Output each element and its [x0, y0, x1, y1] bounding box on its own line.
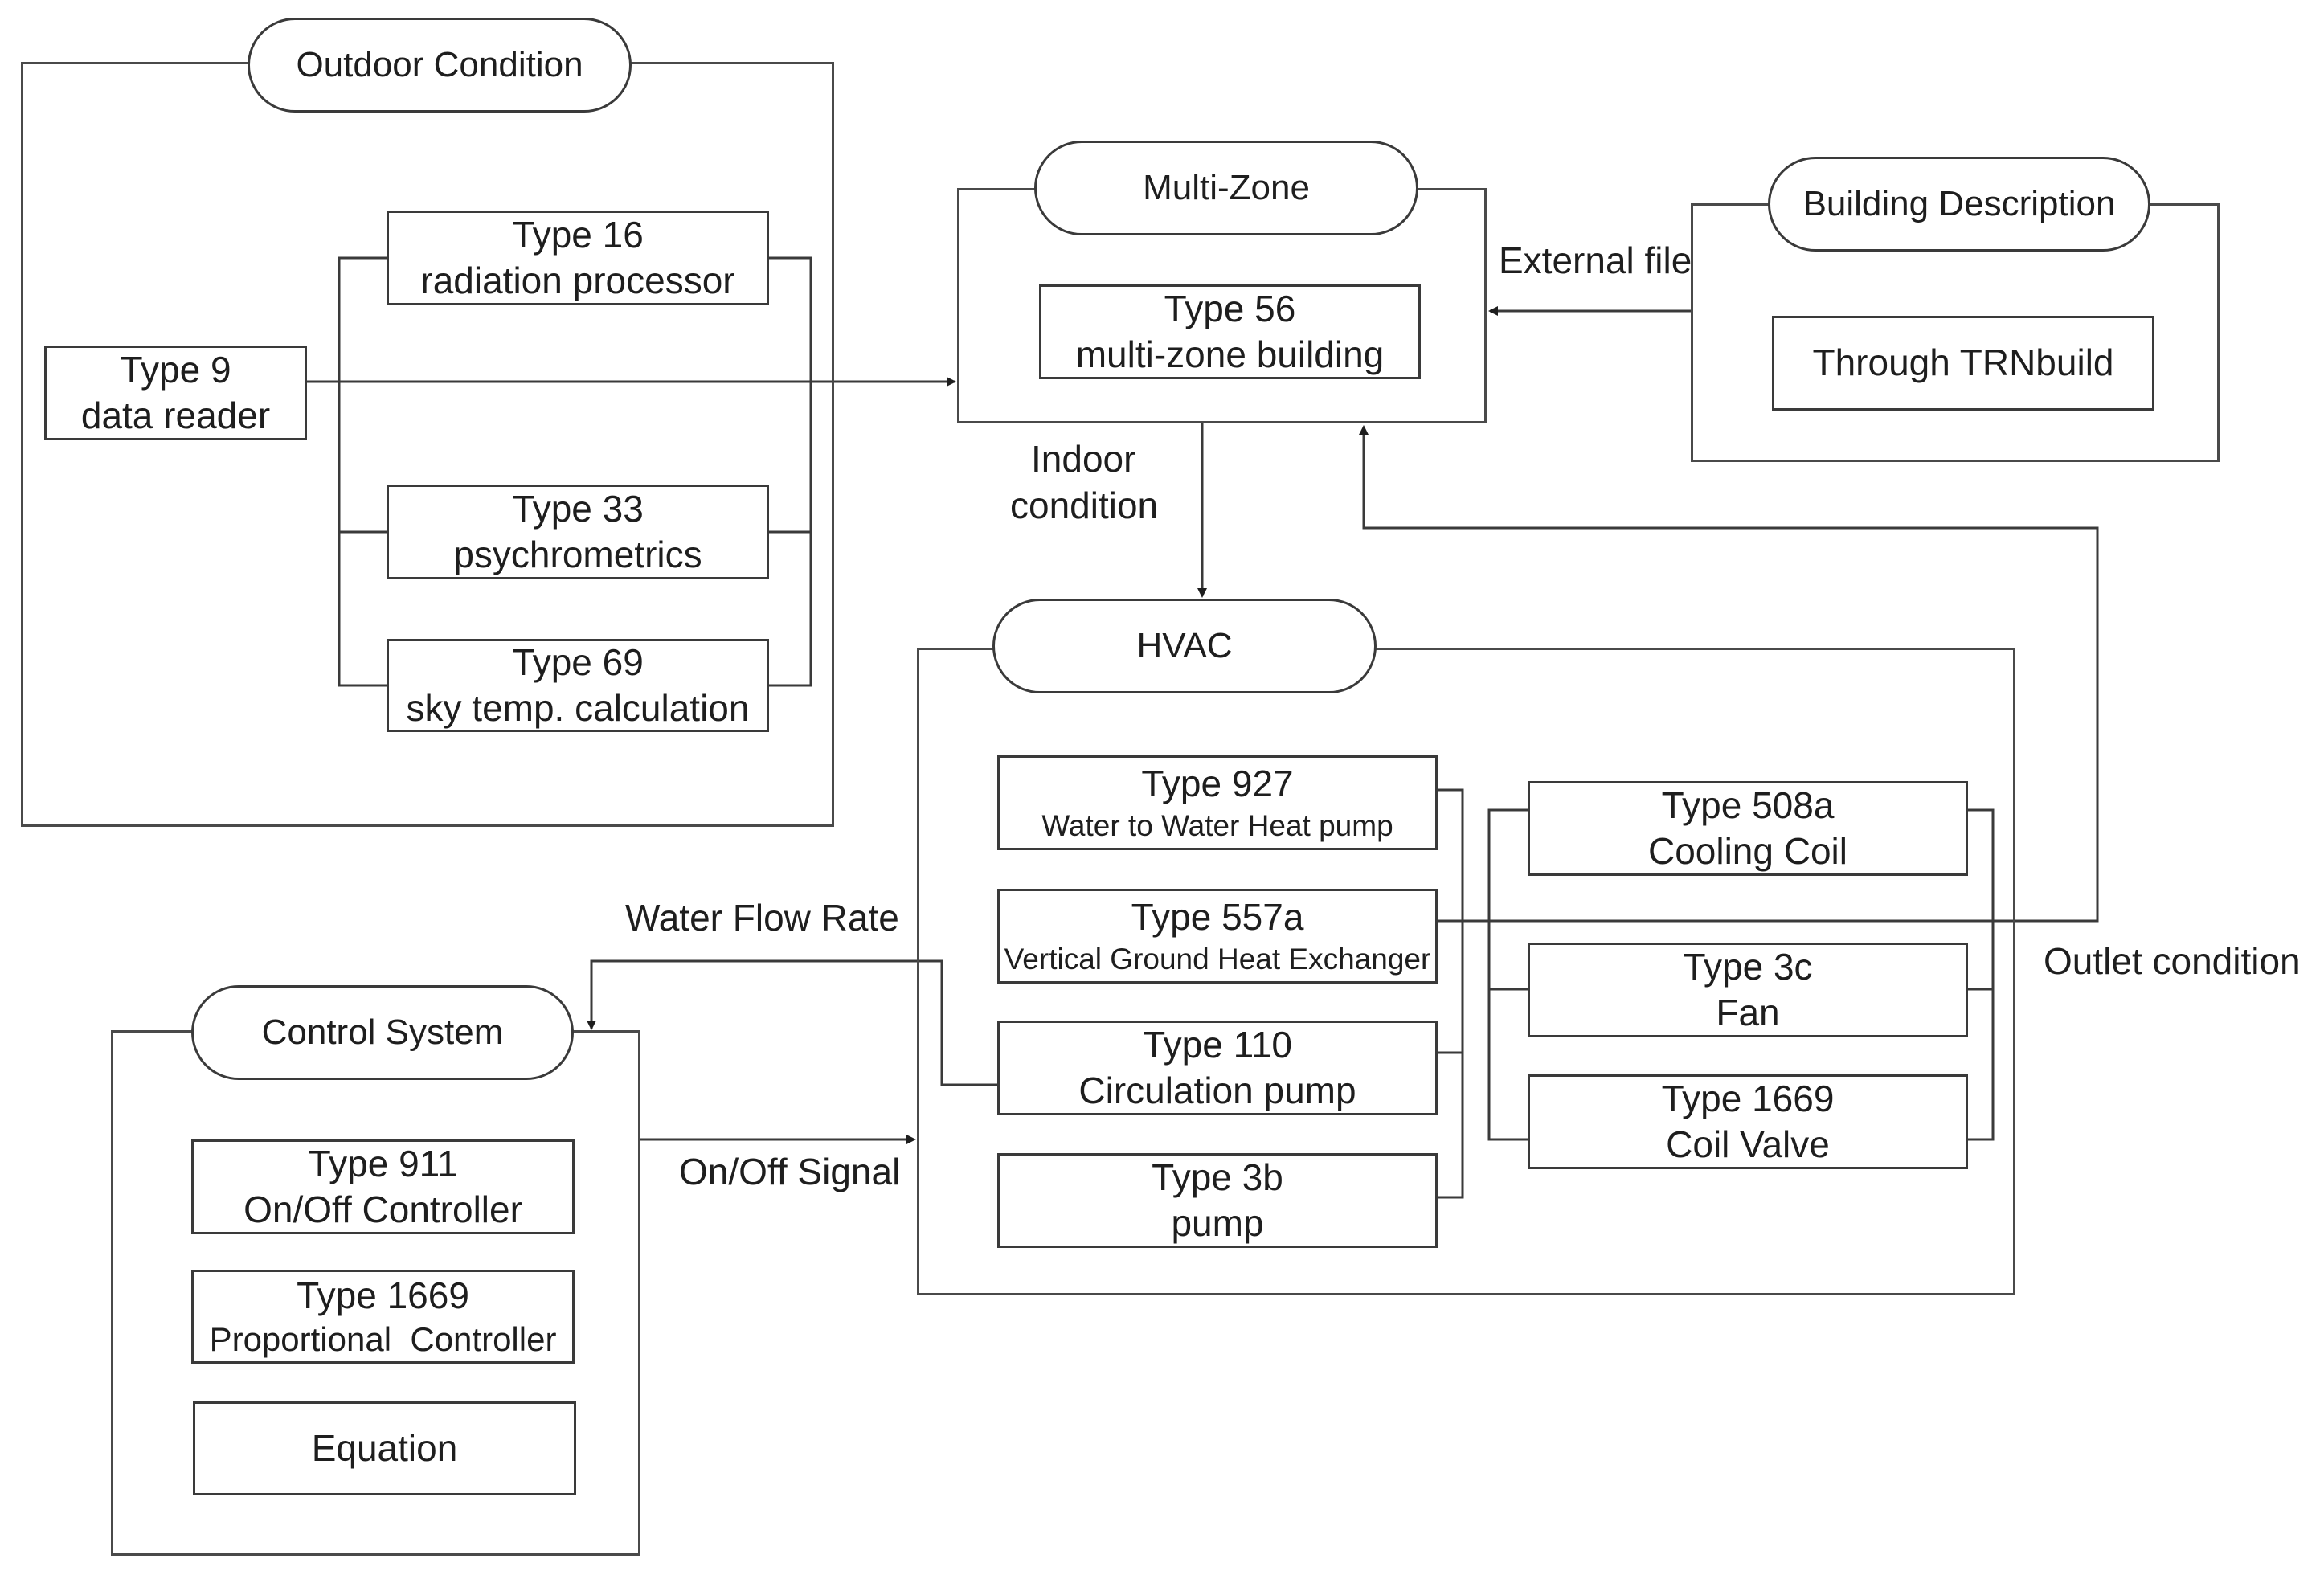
type56-multizone-building-box: Type 56 multi-zone building — [1039, 284, 1421, 379]
component-desc: sky temp. calculation — [406, 687, 750, 729]
type911-onoff-controller-box: Type 911 On/Off Controller — [191, 1139, 575, 1234]
component-type: Type 557a — [1131, 896, 1304, 939]
hvac-title: HVAC — [992, 599, 1377, 693]
component-desc: multi-zone building — [1075, 333, 1385, 375]
component-type: Type 9 — [120, 348, 231, 391]
component-type: Type 927 — [1141, 763, 1294, 805]
type557a-ground-heat-exchanger-box: Type 557a Vertical Ground Heat Exchanger — [997, 889, 1438, 984]
component-type: Type 1669 — [1661, 1077, 1835, 1119]
component-desc: pump — [1171, 1202, 1264, 1244]
outdoor-condition-title: Outdoor Condition — [248, 18, 632, 112]
component-desc: Water to Water Heat pump — [1041, 808, 1393, 842]
component-desc: psychrometrics — [453, 534, 702, 575]
component-type: Type 911 — [308, 1142, 458, 1184]
component-type: Type 3b — [1152, 1156, 1283, 1198]
trnbuild-box: Through TRNbuild — [1772, 316, 2154, 411]
component-desc: Coil Valve — [1666, 1123, 1830, 1165]
component-desc: On/Off Controller — [243, 1188, 522, 1230]
external-file-label: External file — [1499, 239, 1692, 281]
component-type: Type 33 — [512, 487, 644, 530]
component-type: Type 3c — [1683, 945, 1813, 988]
component-desc: Vertical Ground Heat Exchanger — [1004, 942, 1431, 976]
type16-radiation-processor-box: Type 16 radiation processor — [387, 211, 769, 305]
indoor-condition-label-line2: condition — [1010, 485, 1159, 526]
component-desc: Through TRNbuild — [1812, 342, 2114, 384]
type1669-proportional-controller-box: Type 1669 Proportional Controller — [191, 1270, 575, 1364]
component-desc: Cooling Coil — [1647, 830, 1847, 872]
outlet-condition-label: Outlet condition — [2044, 940, 2301, 982]
building-description-title: Building Description — [1768, 157, 2150, 252]
component-desc: data reader — [80, 395, 271, 436]
indoor-condition-label-line1: Indoor — [1031, 438, 1136, 480]
component-desc: Fan — [1716, 992, 1780, 1033]
type3b-pump-box: Type 3b pump — [997, 1153, 1438, 1248]
type69-sky-temp-box: Type 69 sky temp. calculation — [387, 639, 769, 732]
type33-psychrometrics-box: Type 33 psychrometrics — [387, 485, 769, 579]
type1669-coil-valve-box: Type 1669 Coil Valve — [1528, 1074, 1968, 1169]
component-type: Type 16 — [512, 213, 644, 256]
multizone-title: Multi-Zone — [1034, 141, 1418, 235]
water-flow-rate-label: Water Flow Rate — [625, 897, 899, 939]
component-desc: Circulation pump — [1078, 1070, 1356, 1111]
component-type: Type 69 — [512, 640, 644, 683]
on-off-signal-label: On/Off Signal — [679, 1151, 901, 1192]
component-type: Type 56 — [1164, 287, 1296, 329]
type508a-cooling-coil-box: Type 508a Cooling Coil — [1528, 781, 1968, 876]
control-system-title: Control System — [191, 985, 574, 1080]
type9-data-reader-box: Type 9 data reader — [44, 346, 307, 440]
component-type: Type 1669 — [297, 1274, 469, 1316]
equation-box: Equation — [193, 1401, 576, 1495]
component-desc: Proportional Controller — [209, 1320, 557, 1358]
component-type: Type 508a — [1661, 783, 1835, 826]
type3c-fan-box: Type 3c Fan — [1528, 943, 1968, 1037]
component-type: Type 110 — [1143, 1023, 1292, 1066]
type927-heat-pump-box: Type 927 Water to Water Heat pump — [997, 755, 1438, 850]
component-desc: radiation processor — [420, 260, 735, 301]
component-desc: Equation — [311, 1426, 458, 1469]
type110-circulation-pump-box: Type 110 Circulation pump — [997, 1021, 1438, 1115]
